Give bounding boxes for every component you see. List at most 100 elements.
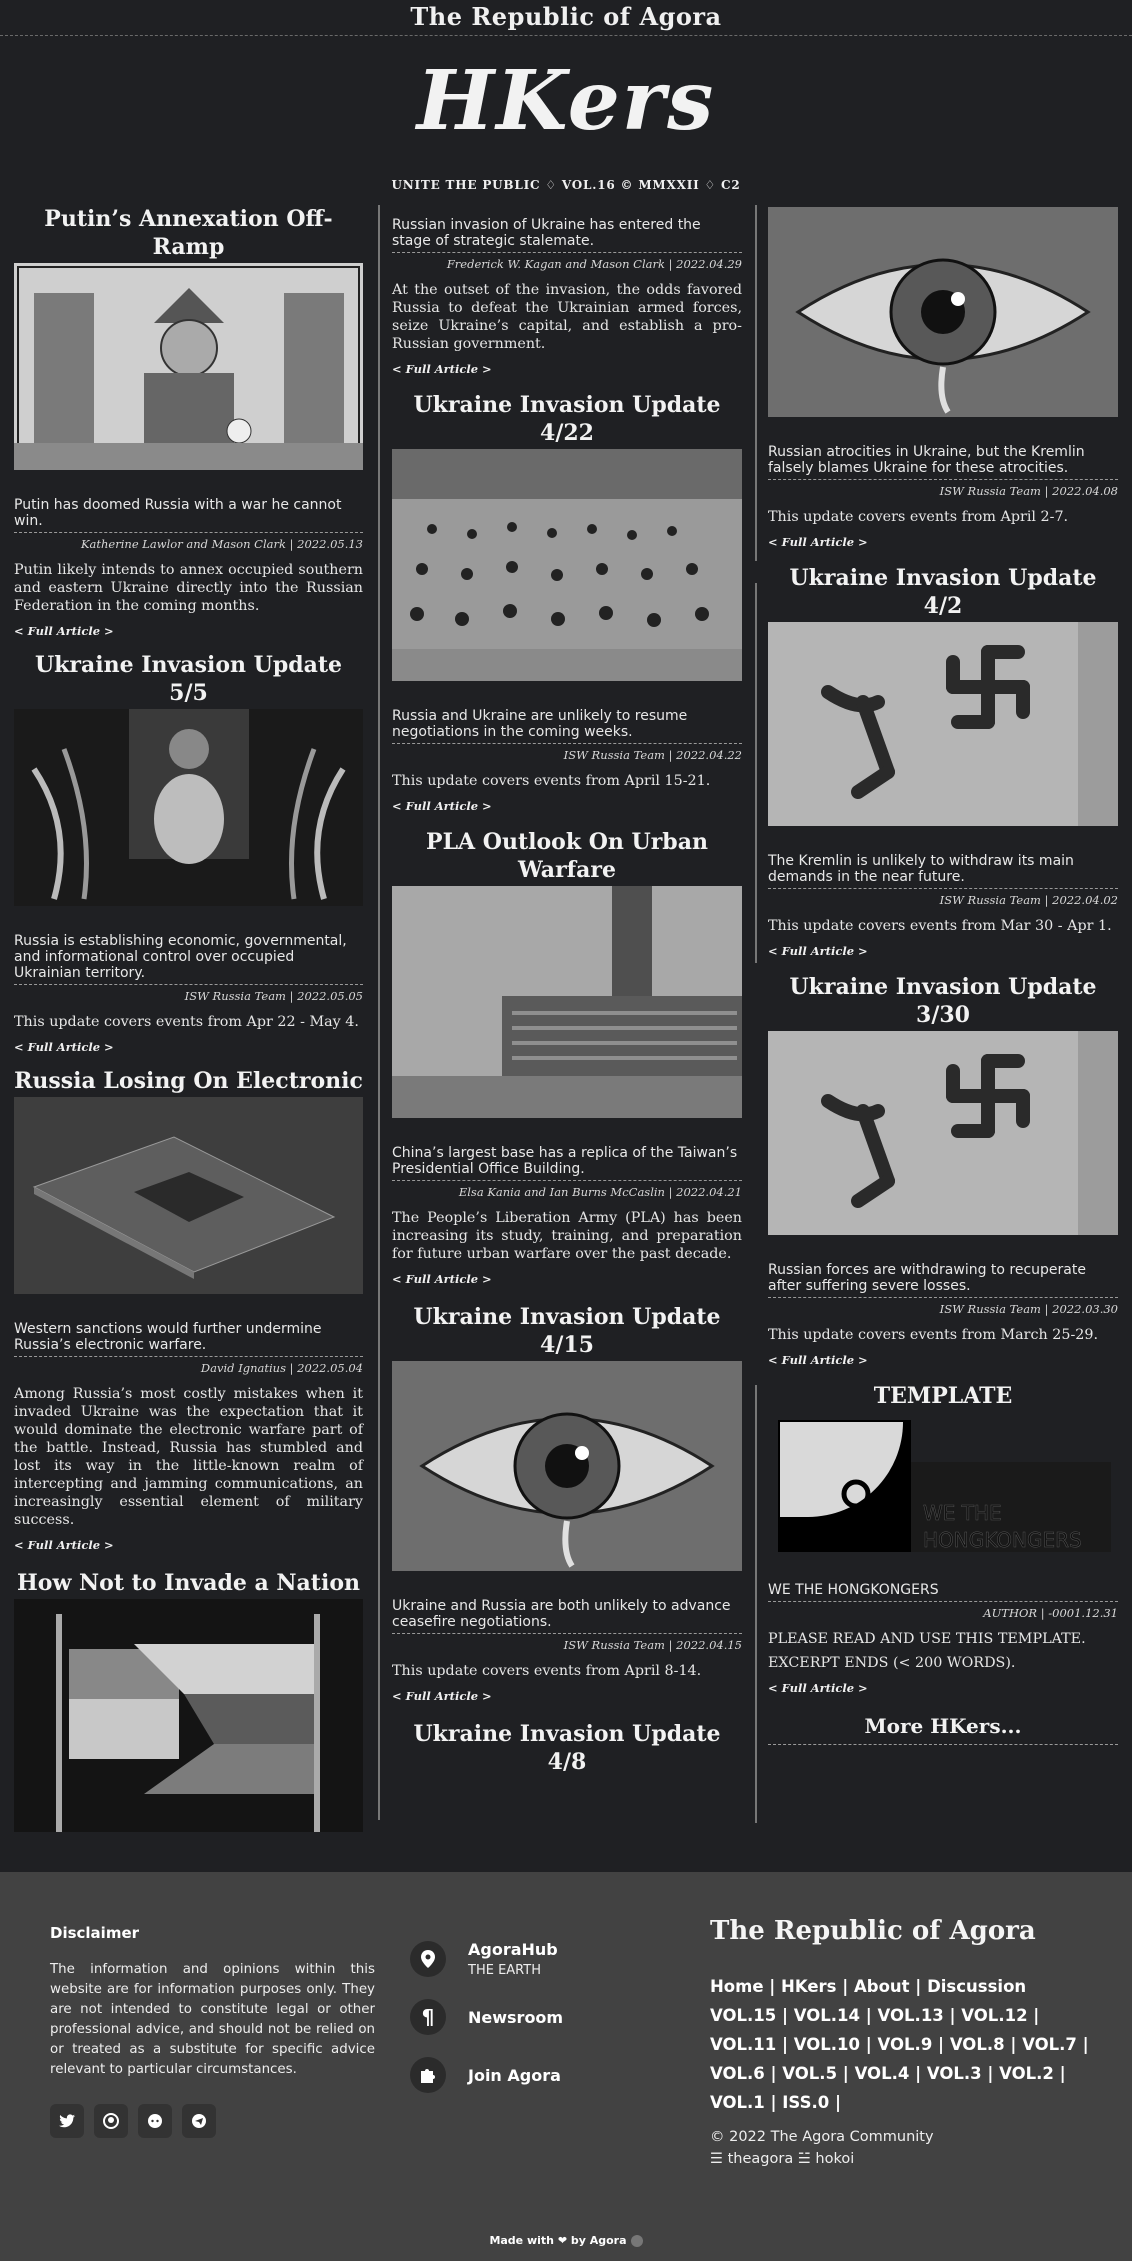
full-article-link[interactable]: < Full Article >: [768, 1353, 868, 1367]
article-card: Ukraine Invasion Update 4/15 Ukraine and…: [392, 1303, 742, 1704]
column-middle: Russian invasion of Ukraine has entered …: [378, 205, 742, 1820]
footer-nav-line[interactable]: VOL.1 | ISS.0 |: [710, 2088, 1090, 2117]
full-article-link[interactable]: < Full Article >: [392, 362, 492, 376]
twitter-icon[interactable]: [50, 2104, 84, 2138]
made-with: Made with ❤ by Agora: [0, 2234, 1132, 2247]
full-article-link[interactable]: < Full Article >: [14, 624, 114, 638]
agorahub-sub: THE EARTH: [468, 1963, 541, 1978]
agorahub-link[interactable]: AgoraHub THE EARTH: [410, 1930, 563, 1988]
article-lead: Russian forces are withdrawing to recupe…: [768, 1262, 1118, 1298]
article-title[interactable]: Putin’s Annexation Off-Ramp: [14, 205, 363, 261]
full-article-link[interactable]: < Full Article >: [392, 799, 492, 813]
article-byline: AUTHOR | -0001.12.31: [983, 1606, 1118, 1620]
article-body: At the outset of the invasion, the odds …: [392, 282, 742, 352]
article-lead: Putin has doomed Russia with a war he ca…: [14, 497, 363, 533]
article-card: Putin’s Annexation Off-Ramp Putin has do…: [14, 205, 363, 639]
article-image[interactable]: [392, 886, 742, 1118]
article-lead: Russian invasion of Ukraine has entered …: [392, 217, 742, 253]
article-title[interactable]: TEMPLATE: [768, 1382, 1118, 1410]
column-right: Russian atrocities in Ukraine, but the K…: [755, 205, 1118, 1745]
article-image[interactable]: [768, 1031, 1118, 1235]
article-card: Ukraine Invasion Update 5/5 Russia is es…: [14, 651, 363, 1055]
article-card: Ukraine Invasion Update 4/8: [392, 1720, 742, 1776]
join-agora-link[interactable]: Join Agora: [410, 2046, 563, 2104]
github-icon[interactable]: [94, 2104, 128, 2138]
column-left: Putin’s Annexation Off-Ramp Putin has do…: [14, 205, 363, 1832]
disclaimer-title: Disclaimer: [50, 1924, 140, 1942]
handles-text: ☰ theagora ☱ hokoi: [710, 2151, 855, 2167]
telegram-icon[interactable]: [182, 2104, 216, 2138]
article-body: This update covers events from April 8-1…: [392, 1663, 702, 1679]
article-byline: ISW Russia Team | 2022.03.30: [939, 1302, 1118, 1316]
article-card: How Not to Invade a Nation: [14, 1569, 363, 1832]
newsroom-link[interactable]: ¶ Newsroom: [410, 1988, 563, 2046]
full-article-link[interactable]: < Full Article >: [768, 944, 868, 958]
footer-nav-line[interactable]: VOL.6 | VOL.5 | VOL.4 | VOL.3 | VOL.2 |: [710, 2059, 1090, 2088]
site-title[interactable]: The Republic of Agora: [410, 2, 721, 31]
copyright-text: © 2022 The Agora Community: [710, 2129, 934, 2145]
full-article-link[interactable]: < Full Article >: [14, 1538, 114, 1552]
article-title[interactable]: Ukraine Invasion Update 4/2: [768, 564, 1118, 620]
article-body: Putin likely intends to annex occupied s…: [14, 562, 363, 614]
full-article-link[interactable]: < Full Article >: [768, 1681, 868, 1695]
article-card: Ukraine Invasion Update 4/2 The Kremlin …: [768, 564, 1118, 959]
newsroom-label: Newsroom: [468, 2007, 564, 2027]
article-title[interactable]: Ukraine Invasion Update 4/22: [392, 391, 742, 447]
column-divider: [755, 205, 757, 561]
template-image-text: WE THE: [923, 1501, 1002, 1525]
article-lead: Western sanctions would further undermin…: [14, 1321, 363, 1357]
article-image[interactable]: [392, 449, 742, 681]
footer-nav-line[interactable]: VOL.11 | VOL.10 | VOL.9 | VOL.8 | VOL.7 …: [710, 2030, 1090, 2059]
full-article-link[interactable]: < Full Article >: [768, 535, 868, 549]
article-image[interactable]: [768, 207, 1118, 417]
article-body: This update covers events from Apr 22 - …: [14, 1014, 359, 1030]
republic-title[interactable]: The Republic of Agora: [710, 1916, 1036, 1946]
article-byline: ISW Russia Team | 2022.05.05: [184, 989, 363, 1003]
article-byline: ISW Russia Team | 2022.04.22: [563, 748, 742, 762]
article-body: This update covers events from April 2-7…: [768, 509, 1069, 525]
article-image[interactable]: [14, 1599, 363, 1832]
article-image[interactable]: [14, 709, 363, 906]
full-article-link[interactable]: < Full Article >: [392, 1689, 492, 1703]
more-hkers-link[interactable]: More HKers...: [768, 1714, 1118, 1745]
article-image[interactable]: WE THE HONGKONGERS: [768, 1412, 1118, 1572]
article-image[interactable]: [768, 622, 1118, 826]
article-card: Ukraine Invasion Update 3/30 Russian for…: [768, 973, 1118, 1368]
article-byline: ISW Russia Team | 2022.04.15: [563, 1638, 742, 1652]
article-title[interactable]: PLA Outlook On Urban Warfare: [392, 828, 742, 884]
reddit-icon[interactable]: [138, 2104, 172, 2138]
article-byline: ISW Russia Team | 2022.04.02: [939, 893, 1118, 907]
article-lead: China’s largest base has a replica of th…: [392, 1145, 742, 1181]
made-with-text: Made with ❤ by Agora: [489, 2234, 627, 2247]
tagline: UNITE THE PUBLIC ♢ VOL.16 © MMXXII ♢ C2: [391, 178, 741, 192]
article-body: The People’s Liberation Army (PLA) has b…: [392, 1210, 742, 1262]
location-pin-icon: [410, 1941, 446, 1977]
article-title[interactable]: Russia Losing On Electronic: [14, 1067, 363, 1095]
article-title[interactable]: How Not to Invade a Nation: [14, 1569, 363, 1597]
site-topbar: The Republic of Agora: [0, 0, 1132, 36]
article-card: Ukraine Invasion Update 4/22 Russia and …: [392, 391, 742, 814]
footer-nav: Home | HKers | About | Discussion VOL.15…: [710, 1972, 1090, 2117]
article-image[interactable]: [14, 1097, 363, 1294]
article-title[interactable]: Ukraine Invasion Update 5/5: [14, 651, 363, 707]
article-byline: Elsa Kania and Ian Burns McCaslin | 2022…: [458, 1185, 742, 1199]
article-byline: David Ignatius | 2022.05.04: [200, 1361, 363, 1375]
article-image[interactable]: [392, 1361, 742, 1571]
article-title[interactable]: Ukraine Invasion Update 3/30: [768, 973, 1118, 1029]
article-title[interactable]: Ukraine Invasion Update 4/15: [392, 1303, 742, 1359]
footer-nav-line[interactable]: VOL.15 | VOL.14 | VOL.13 | VOL.12 |: [710, 2001, 1090, 2030]
article-card: Russia Losing On Electronic Western sanc…: [14, 1067, 363, 1553]
article-lead: The Kremlin is unlikely to withdraw its …: [768, 853, 1118, 889]
article-card: Russian invasion of Ukraine has entered …: [392, 217, 742, 377]
footer-links: AgoraHub THE EARTH ¶ Newsroom Join Agora: [410, 1930, 563, 2104]
template-image-text: HONGKONGERS: [923, 1528, 1082, 1552]
social-links: [50, 2104, 216, 2138]
full-article-link[interactable]: < Full Article >: [14, 1040, 114, 1054]
footer-nav-line[interactable]: Home | HKers | About | Discussion: [710, 1972, 1090, 2001]
full-article-link[interactable]: < Full Article >: [392, 1272, 492, 1286]
article-body: EXCERPT ENDS (< 200 WORDS).: [768, 1655, 1016, 1671]
paragraph-icon: ¶: [410, 1999, 446, 2035]
article-image[interactable]: [14, 263, 363, 470]
article-title[interactable]: Ukraine Invasion Update 4/8: [392, 1720, 742, 1776]
hkers-logo[interactable]: HKers: [0, 60, 1132, 142]
